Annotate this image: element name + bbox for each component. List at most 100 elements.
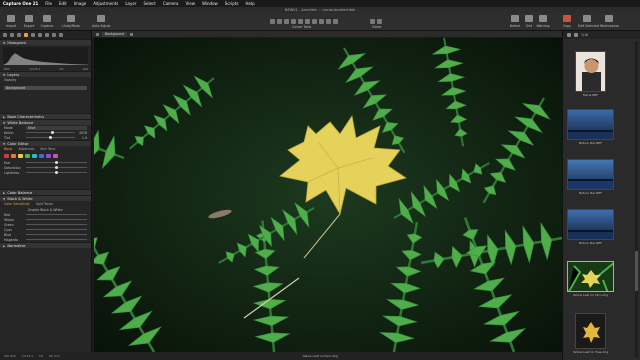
browser-scrollbar[interactable] — [635, 41, 638, 357]
heal-tool-icon[interactable] — [326, 19, 331, 24]
menu-help[interactable]: Help — [245, 0, 254, 7]
menu-adjustments[interactable]: Adjustments — [93, 0, 118, 7]
browser-scrollbar-thumb[interactable] — [635, 251, 638, 291]
metadata-tab-icon[interactable] — [52, 33, 56, 37]
menu-edit[interactable]: Edit — [59, 0, 67, 7]
workspaces-button[interactable]: Workspaces — [600, 15, 619, 28]
picker-tool-icon[interactable] — [333, 19, 338, 24]
tint-value[interactable]: 1.9 — [75, 136, 87, 140]
zoom-tool-icon[interactable] — [277, 19, 282, 24]
tab-basic[interactable]: Basic — [4, 147, 12, 151]
undo-redo-button[interactable]: Undo/Redo — [62, 15, 80, 28]
multi-view-icon[interactable] — [377, 19, 382, 24]
sort-icon[interactable] — [567, 33, 571, 37]
layers-opacity-row: Opacity — [0, 77, 91, 82]
import-button[interactable]: Import — [2, 15, 20, 28]
saturation-slider-knob[interactable] — [55, 166, 58, 169]
tint-slider-knob[interactable] — [49, 136, 52, 139]
pan-tool-icon[interactable] — [270, 19, 275, 24]
browser-header: 1/16 — [563, 31, 640, 39]
swatch-cyan[interactable] — [32, 154, 37, 158]
normalize-header[interactable]: ▶ Normalize — [0, 242, 91, 248]
lightness-slider[interactable] — [26, 171, 87, 174]
bw-yellow-slider[interactable] — [26, 219, 87, 220]
exposure-warning-button[interactable]: Warning — [534, 15, 552, 28]
swatch-magenta[interactable] — [53, 154, 58, 158]
kelvin-label: Kelvin — [4, 130, 14, 135]
thumbnail-caption: Before Pier.NEF — [579, 191, 602, 195]
thumbnail-portrait[interactable]: Maria.NEF — [567, 51, 614, 97]
filter-icon[interactable] — [574, 33, 578, 37]
copy-adjustments-icon — [563, 15, 571, 22]
menu-scripts[interactable]: Scripts — [225, 0, 239, 7]
thumbnail-yellow-leaf-fern[interactable]: Yellow Leaf on Fern.dng — [567, 261, 614, 297]
kelvin-slider-knob[interactable] — [51, 131, 55, 134]
bw-magenta-slider[interactable] — [26, 239, 87, 240]
swatch-yellow[interactable] — [18, 154, 23, 158]
layer-background-item[interactable]: Background — [4, 86, 87, 90]
library-tab-icon[interactable] — [3, 33, 7, 37]
lens-tab-icon[interactable] — [17, 33, 21, 37]
adjustments-tab-icon[interactable] — [45, 33, 49, 37]
menu-window[interactable]: Window — [202, 0, 218, 7]
menu-image[interactable]: Image — [74, 0, 87, 7]
brush-tool-icon[interactable] — [305, 19, 310, 24]
thumbnail-pier-2[interactable]: Before Pier.NEF — [567, 159, 614, 195]
thumbnail-pier-1[interactable]: Before Pier.NEF — [567, 109, 614, 145]
rotate-tool-icon[interactable] — [291, 19, 296, 24]
export-button[interactable]: Export — [20, 15, 38, 28]
pier-silhouette — [568, 230, 613, 239]
bw-cyan-slider[interactable] — [26, 229, 87, 230]
menu-camera[interactable]: Camera — [163, 0, 179, 7]
single-view-icon[interactable] — [370, 19, 375, 24]
copy-button[interactable]: Copy — [558, 15, 576, 28]
bw-blue-slider[interactable] — [26, 234, 87, 235]
tab-color-sensitivity[interactable]: Color Sensitivity — [4, 202, 30, 206]
tab-advanced[interactable]: Advanced — [18, 147, 34, 151]
lightness-slider-knob[interactable] — [55, 171, 58, 174]
hue-slider-knob[interactable] — [55, 161, 58, 164]
details-tab-icon[interactable] — [38, 33, 42, 37]
menu-layer[interactable]: Layer — [125, 0, 136, 7]
hue-slider[interactable] — [26, 161, 87, 164]
menu-view[interactable]: View — [186, 0, 196, 7]
tab-split-tones[interactable]: Split Tones — [36, 202, 53, 206]
menu-select[interactable]: Select — [143, 0, 155, 7]
export-icon — [25, 15, 33, 22]
histogram-header[interactable]: ▼ Histogram — [0, 39, 91, 45]
keystone-tool-icon[interactable] — [298, 19, 303, 24]
main-photo[interactable] — [94, 38, 562, 352]
menu-file[interactable]: File — [45, 0, 52, 7]
capture-button[interactable]: Capture — [38, 15, 56, 28]
menu-app-name[interactable]: Capture One 21 — [3, 0, 38, 7]
crop-tool-icon[interactable] — [284, 19, 289, 24]
tab-skin-tone[interactable]: Skin Tone — [40, 147, 55, 151]
image-viewer[interactable]: Background — [92, 31, 562, 352]
eraser-tool-icon[interactable] — [312, 19, 317, 24]
active-layer-chip[interactable]: Background — [102, 31, 128, 37]
capture-tab-icon[interactable] — [10, 33, 14, 37]
swatch-purple[interactable] — [46, 154, 51, 158]
swatch-green[interactable] — [25, 154, 30, 158]
thumbnail-pier-3[interactable]: Before Pier.NEF — [567, 209, 614, 245]
swatch-blue[interactable] — [39, 154, 44, 158]
swatch-red[interactable] — [4, 154, 9, 158]
bw-green-slider[interactable] — [26, 224, 87, 225]
wb-mode-label: Mode — [4, 125, 13, 130]
exposure-tab-icon[interactable] — [31, 33, 35, 37]
tint-slider[interactable] — [26, 136, 75, 139]
wb-mode-select[interactable]: Shot — [26, 125, 87, 130]
kelvin-value[interactable]: 4978 — [75, 131, 87, 135]
settings-icon[interactable] — [130, 32, 134, 36]
bw-red-slider[interactable] — [26, 214, 87, 215]
thumbnail-yellow-leaf-tree[interactable]: Yellow Leaf on Tree.dng — [567, 313, 614, 354]
edit-selected-button[interactable]: Edit Selected — [578, 15, 599, 28]
saturation-slider[interactable] — [26, 166, 87, 169]
gradient-tool-icon[interactable] — [319, 19, 324, 24]
histogram-graph — [3, 47, 88, 65]
color-tab-icon[interactable] — [24, 33, 28, 37]
kelvin-slider[interactable] — [26, 131, 75, 134]
swatch-orange[interactable] — [11, 154, 16, 158]
output-tab-icon[interactable] — [59, 33, 63, 37]
auto-adjust-button[interactable]: Auto Adjust — [92, 15, 110, 28]
